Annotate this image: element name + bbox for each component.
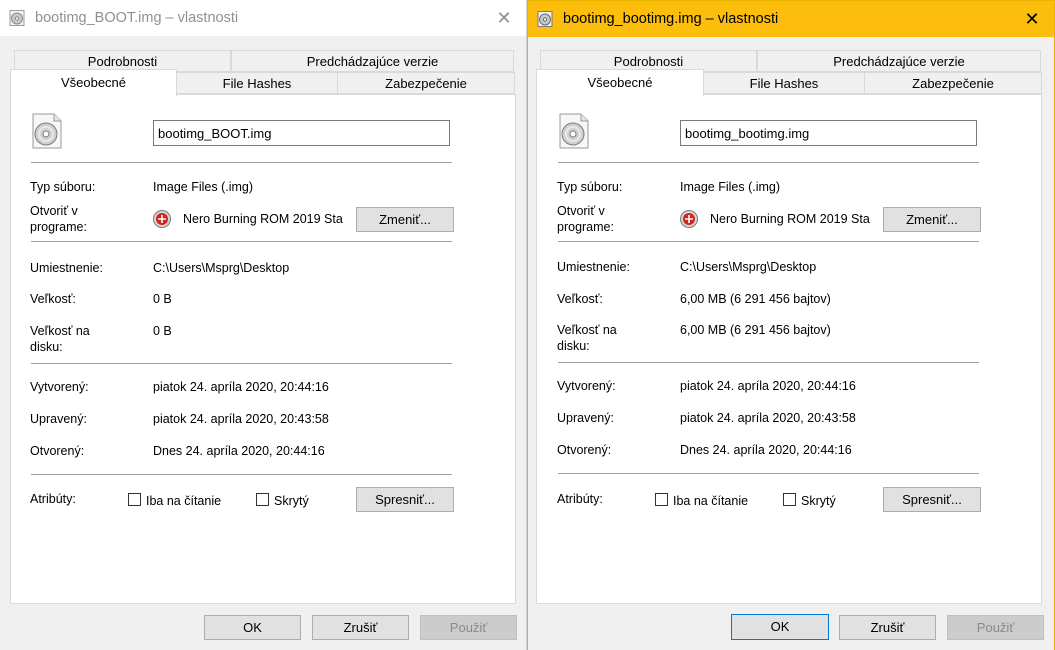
location-value: C:\Users\Msprg\Desktop xyxy=(153,261,290,275)
separator xyxy=(558,362,979,363)
modified-value: piatok 24. apríla 2020, 20:43:58 xyxy=(153,412,329,426)
location-label: Umiestnenie: xyxy=(557,260,630,274)
size-on-disk-value: 6,00 MB (6 291 456 bajtov) xyxy=(680,323,831,337)
separator xyxy=(31,363,452,364)
created-label: Vytvorený: xyxy=(557,379,616,393)
accessed-label: Otvorený: xyxy=(30,444,85,458)
change-button[interactable]: Zmeniť... xyxy=(883,207,981,232)
cancel-button[interactable]: Zrušiť xyxy=(839,615,936,640)
apply-button[interactable]: Použiť xyxy=(947,615,1044,640)
title-bar[interactable]: bootimg_BOOT.img – vlastnosti ✕ xyxy=(0,0,526,36)
modified-label: Upravený: xyxy=(30,412,87,426)
ok-button[interactable]: OK xyxy=(731,614,829,640)
filename-field[interactable] xyxy=(680,120,977,146)
tab-security[interactable]: Zabezpečenie xyxy=(864,72,1042,94)
file-type-label: Typ súboru: xyxy=(557,180,623,194)
advanced-button[interactable]: Spresniť... xyxy=(883,487,981,512)
attributes-label: Atribúty: xyxy=(30,492,76,506)
properties-window-boot: bootimg_BOOT.img – vlastnosti ✕ Podrobno… xyxy=(0,0,527,650)
file-type-value: Image Files (.img) xyxy=(153,180,254,194)
advanced-button[interactable]: Spresniť... xyxy=(356,487,454,512)
open-with-value: Nero Burning ROM 2019 Sta xyxy=(710,212,870,226)
open-with-label: Otvoriť v programe: xyxy=(557,204,614,234)
hidden-label: Skrytý xyxy=(801,494,836,508)
file-type-value: Image Files (.img) xyxy=(680,180,781,194)
size-on-disk-value: 0 B xyxy=(153,324,172,338)
accessed-value: Dnes 24. apríla 2020, 20:44:16 xyxy=(680,443,852,457)
close-icon[interactable]: ✕ xyxy=(1010,1,1054,37)
created-value: piatok 24. apríla 2020, 20:44:16 xyxy=(153,380,329,394)
size-value: 6,00 MB (6 291 456 bajtov) xyxy=(680,292,831,306)
ok-button[interactable]: OK xyxy=(204,615,301,640)
tab-previous-versions[interactable]: Predchádzajúce verzie xyxy=(231,50,514,72)
open-with-value: Nero Burning ROM 2019 Sta xyxy=(183,212,343,226)
separator xyxy=(31,241,452,242)
readonly-label: Iba na čítanie xyxy=(673,494,749,508)
size-label: Veľkosť: xyxy=(30,292,76,306)
accessed-label: Otvorený: xyxy=(557,443,612,457)
accessed-value: Dnes 24. apríla 2020, 20:44:16 xyxy=(153,444,325,458)
modified-label: Upravený: xyxy=(557,411,614,425)
modified-value: piatok 24. apríla 2020, 20:43:58 xyxy=(680,411,856,425)
open-with-label: Otvoriť v programe: xyxy=(30,204,87,234)
attributes-label: Atribúty: xyxy=(557,492,603,506)
tab-security[interactable]: Zabezpečenie xyxy=(337,72,515,94)
separator xyxy=(558,162,979,163)
separator xyxy=(31,162,452,163)
cancel-button[interactable]: Zrušiť xyxy=(312,615,409,640)
readonly-checkbox[interactable] xyxy=(655,493,668,506)
disc-image-icon xyxy=(32,113,62,149)
size-on-disk-label: Veľkosť na disku: xyxy=(557,323,617,353)
hidden-label: Skrytý xyxy=(274,494,309,508)
separator xyxy=(558,241,979,242)
window-title: bootimg_bootimg.img – vlastnosti xyxy=(563,11,779,27)
tab-general[interactable]: Všeobecné xyxy=(536,69,704,96)
nero-icon xyxy=(153,210,171,228)
window-title: bootimg_BOOT.img – vlastnosti xyxy=(35,10,239,26)
disc-image-icon xyxy=(537,11,553,27)
general-tab-panel: Typ súboru: Image Files (.img) Otvoriť v… xyxy=(536,94,1042,604)
change-button[interactable]: Zmeniť... xyxy=(356,207,454,232)
title-bar[interactable]: bootimg_bootimg.img – vlastnosti ✕ xyxy=(528,1,1054,37)
nero-icon xyxy=(680,210,698,228)
tab-general[interactable]: Všeobecné xyxy=(10,69,177,96)
size-value: 0 B xyxy=(153,292,172,306)
location-label: Umiestnenie: xyxy=(30,261,103,275)
disc-image-icon xyxy=(559,113,589,149)
separator xyxy=(558,473,979,474)
separator xyxy=(31,474,452,475)
created-value: piatok 24. apríla 2020, 20:44:16 xyxy=(680,379,856,393)
hidden-checkbox[interactable] xyxy=(783,493,796,506)
disc-image-icon xyxy=(9,10,25,26)
tab-file-hashes[interactable]: File Hashes xyxy=(176,72,338,94)
filename-field[interactable] xyxy=(153,120,450,146)
file-type-label: Typ súboru: xyxy=(30,180,96,194)
readonly-checkbox[interactable] xyxy=(128,493,141,506)
size-on-disk-label: Veľkosť na disku: xyxy=(30,324,90,354)
general-tab-panel: Typ súboru: Image Files (.img) Otvoriť v… xyxy=(10,94,516,604)
apply-button[interactable]: Použiť xyxy=(420,615,517,640)
close-icon[interactable]: ✕ xyxy=(482,0,526,36)
properties-window-bootimg: bootimg_bootimg.img – vlastnosti ✕ Podro… xyxy=(527,0,1055,650)
readonly-label: Iba na čítanie xyxy=(146,494,222,508)
location-value: C:\Users\Msprg\Desktop xyxy=(680,260,817,274)
created-label: Vytvorený: xyxy=(30,380,89,394)
size-label: Veľkosť: xyxy=(557,292,603,306)
hidden-checkbox[interactable] xyxy=(256,493,269,506)
tab-previous-versions[interactable]: Predchádzajúce verzie xyxy=(757,50,1041,72)
tab-file-hashes[interactable]: File Hashes xyxy=(703,72,865,94)
